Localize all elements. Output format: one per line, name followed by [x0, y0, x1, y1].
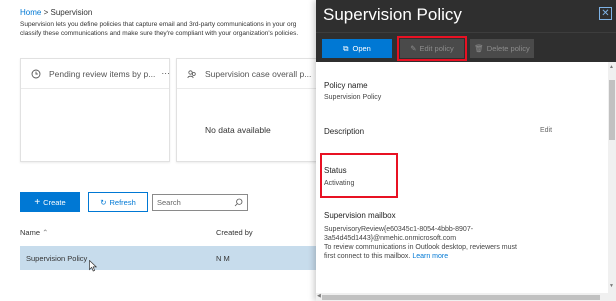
breadcrumb-current: Supervision: [50, 8, 93, 17]
panel-command-bar: ⧉ Open ✎ Edit policy 🗑 Delete policy: [316, 32, 616, 62]
mailbox-info: SupervisoryReview{e60345c1-8054-4bbb-890…: [324, 225, 586, 261]
horizontal-scrollbar[interactable]: ◀: [316, 293, 608, 301]
column-header-name[interactable]: Name ⌃: [20, 228, 48, 237]
page-description: Supervision lets you define policies tha…: [20, 20, 320, 38]
card-title: Pending review items by p...: [49, 68, 156, 79]
mouse-pointer-icon: [89, 259, 98, 277]
breadcrumb-home[interactable]: Home: [20, 8, 41, 17]
scrollbar-thumb[interactable]: [609, 80, 615, 140]
pending-review-card: Pending review items by p... ⋯: [20, 58, 170, 162]
clock-icon: [31, 69, 41, 79]
trash-icon: 🗑: [474, 44, 484, 53]
card-title: Supervision case overall p...: [205, 68, 312, 79]
mailbox-note-text: first connect to this mailbox.: [324, 253, 411, 260]
more-options-icon[interactable]: ⋯: [161, 68, 169, 79]
scroll-left-icon[interactable]: ◀: [317, 293, 321, 299]
vertical-scrollbar[interactable]: ▲ ▼: [608, 62, 616, 301]
search-placeholder: Search: [157, 198, 181, 207]
card-header: Pending review items by p... ⋯: [21, 59, 169, 89]
mailbox-address-line: SupervisoryReview{e60345c1-8054-4bbb-890…: [324, 226, 474, 233]
close-icon[interactable]: ✕: [599, 7, 612, 20]
people-icon: [187, 69, 197, 79]
no-data-message: No data available: [205, 125, 271, 135]
edit-description-link[interactable]: Edit: [540, 127, 552, 134]
scroll-up-icon[interactable]: ▲: [609, 64, 614, 70]
learn-more-link[interactable]: Learn more: [412, 253, 448, 260]
delete-policy-button[interactable]: 🗑 Delete policy: [470, 39, 534, 58]
mailbox-note-line: To review communications in Outlook desk…: [324, 244, 517, 251]
breadcrumb-separator: >: [43, 8, 49, 17]
cell-created-by: N M: [216, 254, 230, 263]
mailbox-note-line: first connect to this mailbox. Learn mor…: [324, 252, 586, 261]
scroll-down-icon[interactable]: ▼: [609, 283, 614, 289]
highlight-box: [397, 36, 467, 61]
refresh-icon: ↻: [100, 197, 107, 207]
search-input[interactable]: Search: [152, 194, 248, 211]
description-line: classify these communications and make s…: [20, 30, 299, 37]
search-icon[interactable]: [234, 198, 243, 209]
create-button[interactable]: + Create: [20, 192, 80, 212]
sort-up-icon: ⌃: [42, 228, 49, 237]
description-label: Description: [324, 127, 365, 136]
highlight-box: [320, 153, 398, 198]
policy-details-panel: Supervision Policy ✕ ⧉ Open ✎ Edit polic…: [316, 0, 616, 301]
policy-name-label: Policy name: [324, 81, 368, 90]
open-icon: ⧉: [343, 43, 349, 53]
mailbox-label: Supervision mailbox: [324, 211, 396, 220]
panel-title: Supervision Policy: [323, 5, 462, 24]
cell-name: Supervision Policy: [26, 254, 88, 263]
open-label: Open: [352, 44, 371, 53]
card-header: Supervision case overall p... ⋯: [177, 59, 319, 89]
mailbox-address-line: 3a54d45d1443}@nmehic.onmicrosoft.com: [324, 235, 457, 242]
case-overall-card: Supervision case overall p... ⋯ No data …: [176, 58, 320, 162]
breadcrumb: Home > Supervision: [20, 8, 92, 17]
column-header-created-by[interactable]: Created by: [216, 228, 253, 237]
refresh-label: Refresh: [109, 197, 136, 207]
refresh-button[interactable]: ↻ Refresh: [88, 192, 148, 212]
table-row[interactable]: Supervision Policy N M: [20, 246, 320, 270]
panel-header: Supervision Policy ✕: [316, 0, 616, 32]
scrollbar-thumb[interactable]: [322, 295, 600, 300]
description-line: Supervision lets you define policies tha…: [20, 21, 297, 28]
policy-name-value: Supervision Policy: [324, 94, 382, 101]
delete-policy-label: Delete policy: [486, 44, 530, 53]
create-label: Create: [43, 197, 66, 207]
open-button[interactable]: ⧉ Open: [322, 39, 392, 58]
column-name-label: Name: [20, 228, 41, 237]
plus-icon: +: [34, 196, 41, 208]
